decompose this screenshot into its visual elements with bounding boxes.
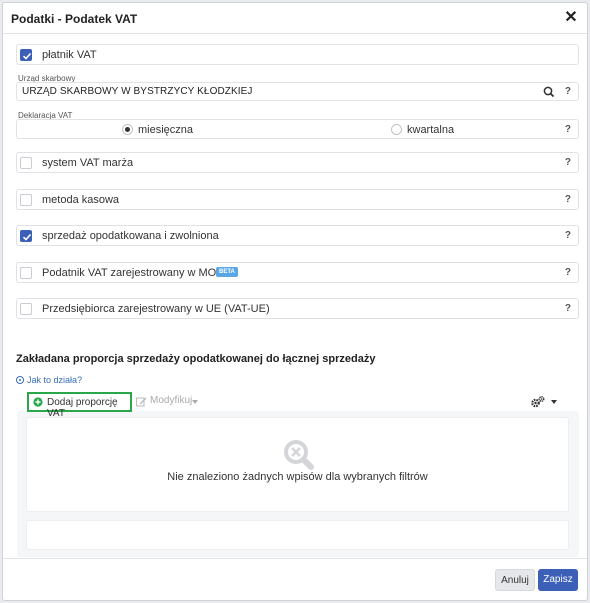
cash-method-help-icon[interactable]: ? — [565, 194, 571, 205]
grid-pagination-bar — [26, 520, 569, 550]
radio-quarterly[interactable] — [391, 124, 402, 135]
grid-settings-button[interactable] — [530, 394, 558, 410]
add-vat-proportion-button[interactable]: Dodaj proporcję VAT — [27, 392, 132, 419]
vat-ue-help-icon[interactable]: ? — [565, 303, 571, 314]
declaration-field: miesięczna kwartalna ? — [16, 119, 579, 139]
row-taxed-exempt-sales: sprzedaż opodatkowana i zwolniona ? — [16, 225, 579, 246]
search-icon[interactable] — [542, 85, 556, 99]
edit-icon — [136, 396, 147, 410]
row-moss: Podatnik VAT zarejestrowany w MOSS BETA … — [16, 262, 579, 283]
chevron-down-icon — [551, 400, 557, 404]
chevron-down-icon — [192, 400, 198, 404]
vat-payer-checkbox[interactable] — [20, 49, 32, 61]
gears-icon — [530, 395, 546, 412]
cash-method-label: metoda kasowa — [42, 194, 120, 206]
vat-ue-label: Przedsiębiorca zarejestrowany w UE (VAT-… — [42, 303, 270, 315]
tax-office-field[interactable]: URZĄD SKARBOWY W BYSTRZYCY KŁODZKIEJ ? — [16, 82, 579, 101]
cash-method-checkbox[interactable] — [20, 194, 32, 206]
plus-circle-icon — [33, 397, 43, 410]
dialog-header: Podatki - Podatek VAT ✕ — [3, 3, 587, 34]
proportion-section-title: Zakładana proporcja sprzedaży opodatkowa… — [16, 353, 376, 365]
row-vat-ue: Przedsiębiorca zarejestrowany w UE (VAT-… — [16, 298, 579, 319]
vat-margin-checkbox[interactable] — [20, 157, 32, 169]
vat-margin-label: system VAT marża — [42, 157, 134, 169]
vat-ue-checkbox[interactable] — [20, 303, 32, 315]
close-icon[interactable]: ✕ — [563, 9, 579, 27]
empty-search-icon — [282, 438, 316, 475]
moss-help-icon[interactable]: ? — [565, 267, 571, 278]
how-it-works-link[interactable]: Jak to działa? — [16, 375, 82, 385]
vat-payer-label: płatnik VAT — [42, 49, 97, 61]
tax-office-help-icon[interactable]: ? — [565, 86, 571, 97]
radio-quarterly-label: kwartalna — [407, 124, 455, 136]
vat-margin-help-icon[interactable]: ? — [565, 157, 571, 168]
beta-badge: BETA — [216, 267, 238, 277]
tax-office-value: URZĄD SKARBOWY W BYSTRZYCY KŁODZKIEJ — [22, 86, 253, 97]
how-it-works-label: Jak to działa? — [27, 375, 83, 385]
proportion-grid: Nie znaleziono żadnych wpisów dla wybran… — [26, 417, 569, 512]
radio-monthly-label: miesięczna — [138, 124, 194, 136]
row-vat-margin: system VAT marża ? — [16, 152, 579, 173]
vat-tax-dialog: Podatki - Podatek VAT ✕ płatnik VAT Urzą… — [2, 2, 588, 601]
save-button[interactable]: Zapisz — [538, 569, 578, 591]
cancel-button[interactable]: Anuluj — [495, 569, 535, 591]
taxed-exempt-sales-help-icon[interactable]: ? — [565, 230, 571, 241]
declaration-help-icon[interactable]: ? — [565, 124, 571, 135]
dialog-footer: Anuluj Zapisz — [3, 558, 587, 600]
moss-checkbox[interactable] — [20, 267, 32, 279]
row-cash-method: metoda kasowa ? — [16, 189, 579, 210]
moss-label: Podatnik VAT zarejestrowany w MOSS — [42, 267, 231, 279]
taxed-exempt-sales-checkbox[interactable] — [20, 230, 32, 242]
taxed-exempt-sales-label: sprzedaż opodatkowana i zwolniona — [42, 230, 219, 242]
empty-state-text: Nie znaleziono żadnych wpisów dla wybran… — [167, 471, 428, 483]
dialog-title: Podatki - Podatek VAT — [11, 12, 138, 26]
modify-label: Modyfikuj — [150, 395, 193, 406]
row-vat-payer: płatnik VAT — [16, 44, 579, 65]
add-vat-proportion-label: Dodaj proporcję VAT — [47, 397, 118, 419]
info-icon — [16, 376, 24, 384]
radio-monthly[interactable] — [122, 124, 133, 135]
